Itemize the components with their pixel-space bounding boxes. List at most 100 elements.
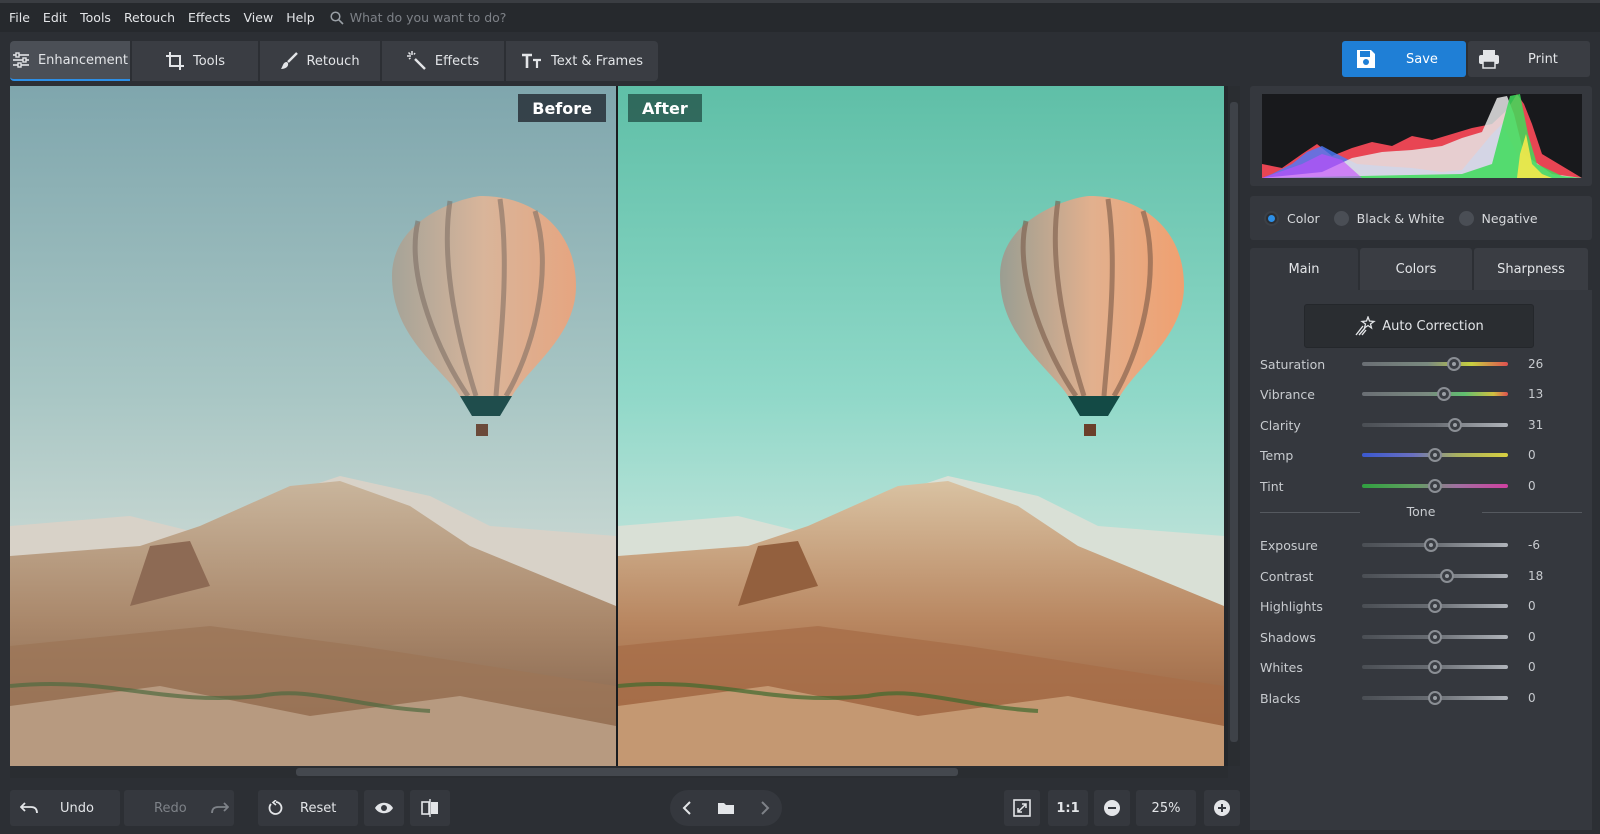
slider-value: 0 [1528, 630, 1536, 644]
slider-row-shadows: Shadows 0 [1250, 625, 1592, 649]
saturation-slider[interactable] [1362, 362, 1508, 366]
slider-label: Saturation [1260, 356, 1326, 372]
tab-main[interactable]: Main [1250, 248, 1358, 290]
redo-button[interactable]: Redo [124, 790, 234, 826]
slider-handle[interactable] [1448, 418, 1463, 432]
horizontal-scrollbar[interactable] [10, 766, 1228, 778]
menu-edit[interactable]: Edit [43, 10, 67, 25]
menu-retouch[interactable]: Retouch [124, 10, 175, 25]
mode-label: Black & White [1356, 210, 1445, 226]
reset-button[interactable]: Reset [258, 790, 358, 826]
slider-handle[interactable] [1436, 387, 1451, 401]
photo-canvas[interactable]: Before After [10, 86, 1228, 766]
tone-separator: Tone [1260, 504, 1582, 520]
scroll-thumb[interactable] [1230, 102, 1238, 742]
crop-icon [165, 52, 184, 70]
sliders-icon [12, 52, 29, 68]
folder-icon[interactable] [717, 801, 735, 815]
slider-value: 0 [1528, 660, 1536, 674]
split-divider[interactable] [616, 86, 618, 766]
slider-label: Tint [1260, 478, 1284, 494]
slider-row-whites: Whites 0 [1250, 655, 1592, 679]
reset-icon [268, 800, 283, 815]
color-mode-group: Color Black & White Negative [1250, 196, 1592, 240]
slider-value: 18 [1528, 569, 1544, 583]
slider-row-clarity: Clarity 31 [1250, 413, 1592, 437]
slider-handle[interactable] [1446, 357, 1461, 371]
mode-black-white[interactable]: Black & White [1333, 210, 1445, 226]
actual-size-button[interactable]: 1:1 [1048, 790, 1088, 826]
slider-handle[interactable] [1428, 448, 1442, 462]
fit-to-screen-button[interactable] [1004, 790, 1040, 826]
zoom-out-button[interactable] [1094, 790, 1130, 826]
previous-icon[interactable] [682, 801, 692, 815]
slider-label: Whites [1260, 659, 1303, 675]
slider-row-exposure: Exposure -6 [1250, 533, 1592, 557]
slider-label: Vibrance [1260, 386, 1315, 402]
tab-tools[interactable]: Tools [132, 41, 258, 81]
compare-button[interactable] [410, 790, 450, 826]
menu-view[interactable]: View [244, 10, 274, 25]
mode-color[interactable]: Color [1264, 210, 1320, 226]
slider-handle[interactable] [1428, 691, 1442, 705]
contrast-slider[interactable] [1362, 574, 1508, 578]
main-tabs: Enhancement Tools Retouch Effects Text &… [10, 41, 660, 81]
slider-handle[interactable] [1423, 538, 1438, 552]
slider-value: 13 [1528, 387, 1544, 401]
tab-label: Retouch [306, 53, 360, 69]
menu-help[interactable]: Help [286, 10, 315, 25]
radio-button[interactable] [1264, 210, 1279, 226]
print-button[interactable]: Print [1468, 41, 1590, 77]
zoom-in-button[interactable] [1204, 790, 1240, 826]
menu-file[interactable]: File [9, 10, 30, 25]
mode-negative[interactable]: Negative [1458, 210, 1538, 226]
next-icon[interactable] [760, 801, 770, 815]
fit-screen-icon [1013, 799, 1031, 817]
slider-handle[interactable] [1428, 599, 1442, 613]
radio-button[interactable] [1458, 210, 1474, 226]
slider-handle[interactable] [1428, 660, 1442, 674]
brush-icon [281, 52, 299, 69]
undo-icon [20, 802, 38, 814]
menu-effects[interactable]: Effects [188, 10, 231, 25]
auto-correction-button[interactable]: Auto Correction [1304, 304, 1534, 348]
slider-handle[interactable] [1428, 630, 1442, 644]
search-box[interactable]: What do you want to do? [330, 10, 506, 25]
scroll-thumb[interactable] [296, 768, 958, 776]
slider-value: 0 [1528, 691, 1536, 705]
slider-label: Shadows [1260, 629, 1316, 645]
printer-icon [1479, 50, 1499, 69]
slider-value: 0 [1528, 599, 1536, 613]
tab-enhancement[interactable]: Enhancement [10, 41, 130, 81]
tab-effects[interactable]: Effects [382, 41, 504, 81]
slider-value: 0 [1528, 479, 1536, 493]
bottom-bar: Undo Redo Reset 1:1 25% [0, 784, 1240, 834]
tab-colors[interactable]: Colors [1360, 248, 1472, 290]
tab-label: Tools [192, 53, 226, 69]
tab-text-frames[interactable]: Text & Frames [506, 41, 658, 81]
clarity-slider[interactable] [1362, 423, 1508, 427]
vertical-scrollbar[interactable] [1228, 86, 1240, 766]
undo-button[interactable]: Undo [10, 790, 120, 826]
after-label: After [628, 94, 702, 122]
save-icon [1357, 50, 1375, 68]
tab-sharpness[interactable]: Sharpness [1474, 248, 1588, 290]
compare-icon [421, 799, 438, 817]
slider-row-highlights: Highlights 0 [1250, 594, 1592, 618]
slider-row-vibrance: Vibrance 13 [1250, 382, 1592, 406]
tab-label: Effects [434, 53, 480, 69]
before-label: Before [518, 94, 606, 122]
menu-tools[interactable]: Tools [80, 10, 111, 25]
slider-label: Temp [1260, 447, 1294, 463]
zoom-level[interactable]: 25% [1136, 790, 1196, 826]
mode-label: Negative [1481, 210, 1538, 226]
redo-icon [210, 802, 229, 814]
save-button[interactable]: Save [1342, 41, 1466, 77]
radio-button[interactable] [1333, 210, 1349, 226]
slider-handle[interactable] [1439, 569, 1454, 583]
slider-handle[interactable] [1428, 479, 1442, 493]
tab-retouch[interactable]: Retouch [260, 41, 380, 81]
preview-toggle-button[interactable] [364, 790, 404, 826]
slider-row-contrast: Contrast 18 [1250, 564, 1592, 588]
vibrance-slider[interactable] [1362, 392, 1508, 396]
